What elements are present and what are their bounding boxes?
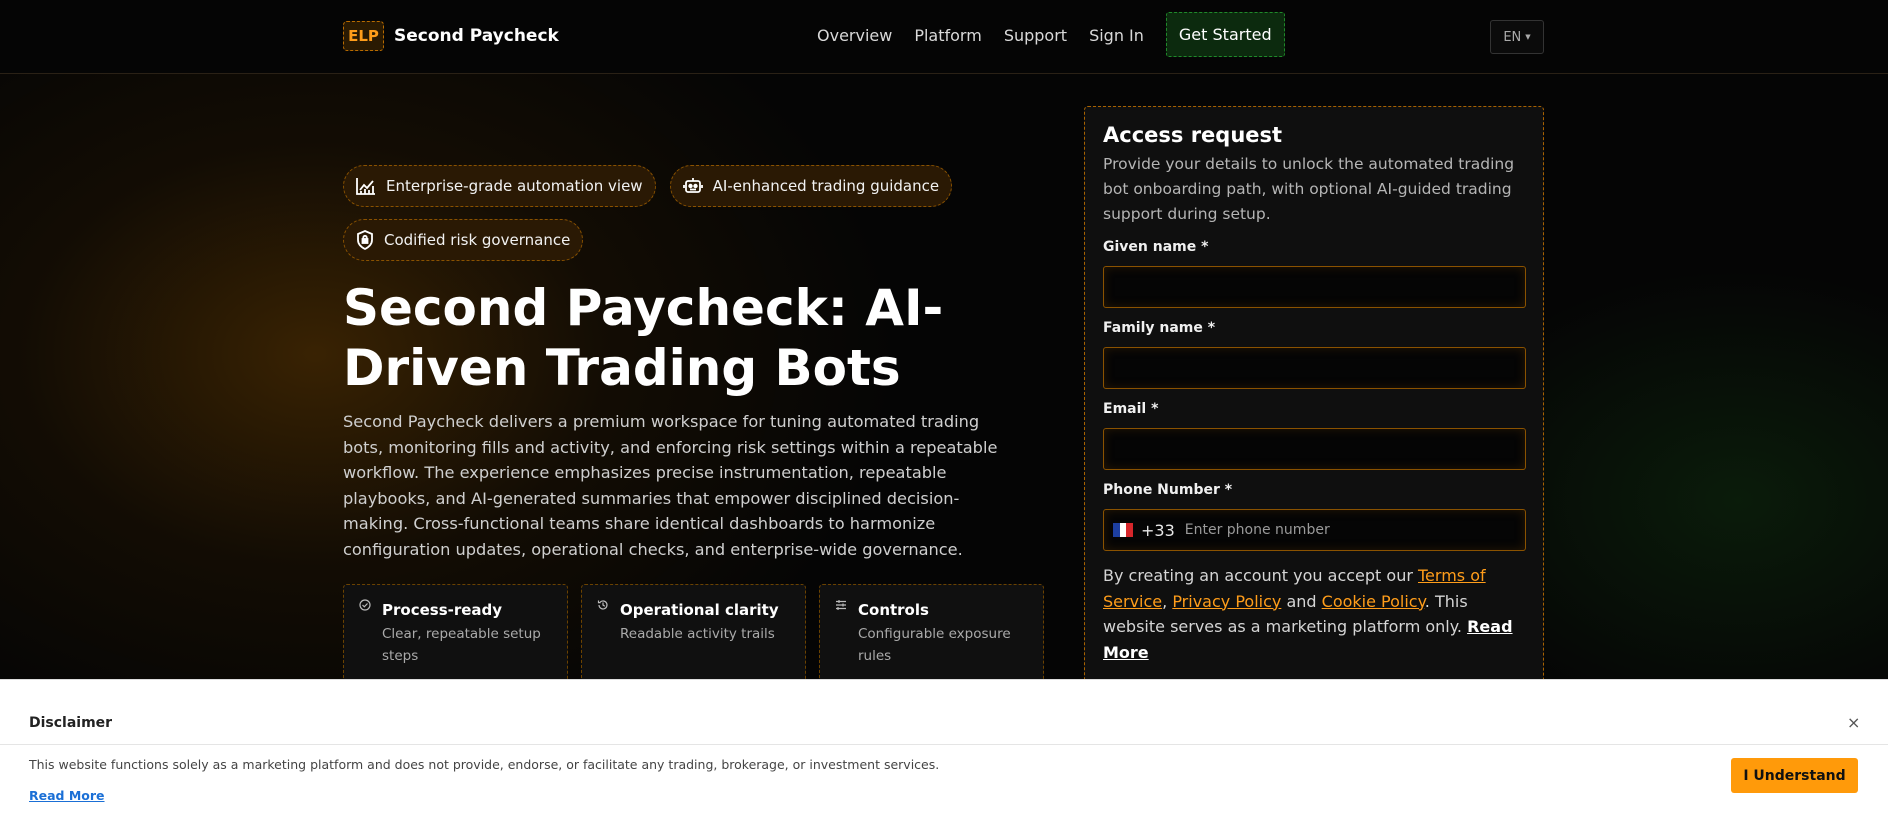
form-title: Access request [1103,123,1283,147]
feature-card-controls: Controls Configurable exposure rules [819,584,1044,684]
pill-label: Codified risk governance [384,231,571,249]
main-nav: Overview Platform Support Sign In Get St… [817,12,1285,57]
nav-overview[interactable]: Overview [817,26,892,45]
feature-card-process: Process-ready Clear, repeatable setup st… [343,584,568,684]
given-name-label: Given name * [1103,239,1209,255]
pill-label: Enterprise-grade automation view [386,177,643,195]
feature-cards: Process-ready Clear, repeatable setup st… [343,584,1057,684]
brand-name: Second Paycheck [394,26,559,46]
caret-down-icon: ▼ [1525,33,1531,41]
pill-label: AI-enhanced trading guidance [712,177,940,195]
nav-sign-in[interactable]: Sign In [1089,26,1144,45]
phone-input[interactable] [1184,522,1335,538]
terms-and: and [1281,591,1322,611]
pill-risk-governance: Codified risk governance [343,219,584,261]
terms-prefix: By creating an account you accept our [1103,566,1418,585]
chart-line-icon [356,178,375,195]
close-icon[interactable]: × [1847,713,1860,732]
logo-badge: ELP [343,21,384,51]
language-label: EN [1503,29,1522,45]
disclaimer-text: This website functions solely as a marke… [29,757,940,772]
phone-label: Phone Number * [1103,482,1233,498]
pill-automation: Enterprise-grade automation view [343,165,656,207]
terms-separator: , [1162,591,1173,611]
history-icon [597,600,608,610]
feature-title: Process-ready [382,601,503,619]
feature-title: Operational clarity [620,601,779,619]
dial-code[interactable]: +33 [1141,521,1175,540]
i-understand-button[interactable]: I Understand [1731,758,1858,793]
email-field[interactable] [1103,428,1526,470]
site-header: ELP Second Paycheck Overview Platform Su… [0,0,1888,74]
disclaimer-banner: Disclaimer × This website functions sole… [0,679,1888,818]
given-name-field[interactable] [1103,266,1526,308]
get-started-button[interactable]: Get Started [1165,12,1285,57]
family-name-label: Family name * [1103,320,1216,336]
terms-text: By creating an account you accept our Te… [1103,563,1525,665]
cookie-policy-link[interactable]: Cookie Policy [1322,592,1425,611]
france-flag-icon[interactable] [1113,523,1134,537]
hero-description: Second Paycheck delivers a premium works… [343,412,998,559]
privacy-policy-link[interactable]: Privacy Policy [1172,592,1281,611]
pill-ai-guidance: AI-enhanced trading guidance [669,165,953,207]
nav-platform[interactable]: Platform [914,26,981,45]
disclaimer-read-more-link[interactable]: Read More [29,788,105,803]
form-subtitle: Provide your details to unlock the autom… [1103,155,1515,223]
feature-card-clarity: Operational clarity Readable activity tr… [581,584,806,684]
family-name-field[interactable] [1103,347,1526,389]
feature-desc: Clear, repeatable setup steps [382,626,541,664]
sliders-icon [836,600,846,610]
feature-desc: Configurable exposure rules [858,626,1011,664]
robot-icon [682,178,703,193]
disclaimer-title: Disclaimer [29,715,113,731]
phone-field: +33 [1103,509,1526,551]
email-label: Email * [1103,401,1159,417]
check-circle-icon [359,599,371,611]
shield-lock-icon [357,230,373,250]
language-selector[interactable]: EN ▼ [1490,20,1544,54]
disclaimer-header: Disclaimer × [0,680,1888,745]
nav-support[interactable]: Support [1004,26,1067,45]
feature-desc: Readable activity trails [620,626,775,642]
feature-pills: Enterprise-grade automation view AI-enha… [343,165,963,273]
hero-title: Second Paycheck: AI-Driven Trading Bots [343,279,944,397]
logo[interactable]: ELP Second Paycheck [343,21,559,51]
feature-title: Controls [858,601,929,619]
